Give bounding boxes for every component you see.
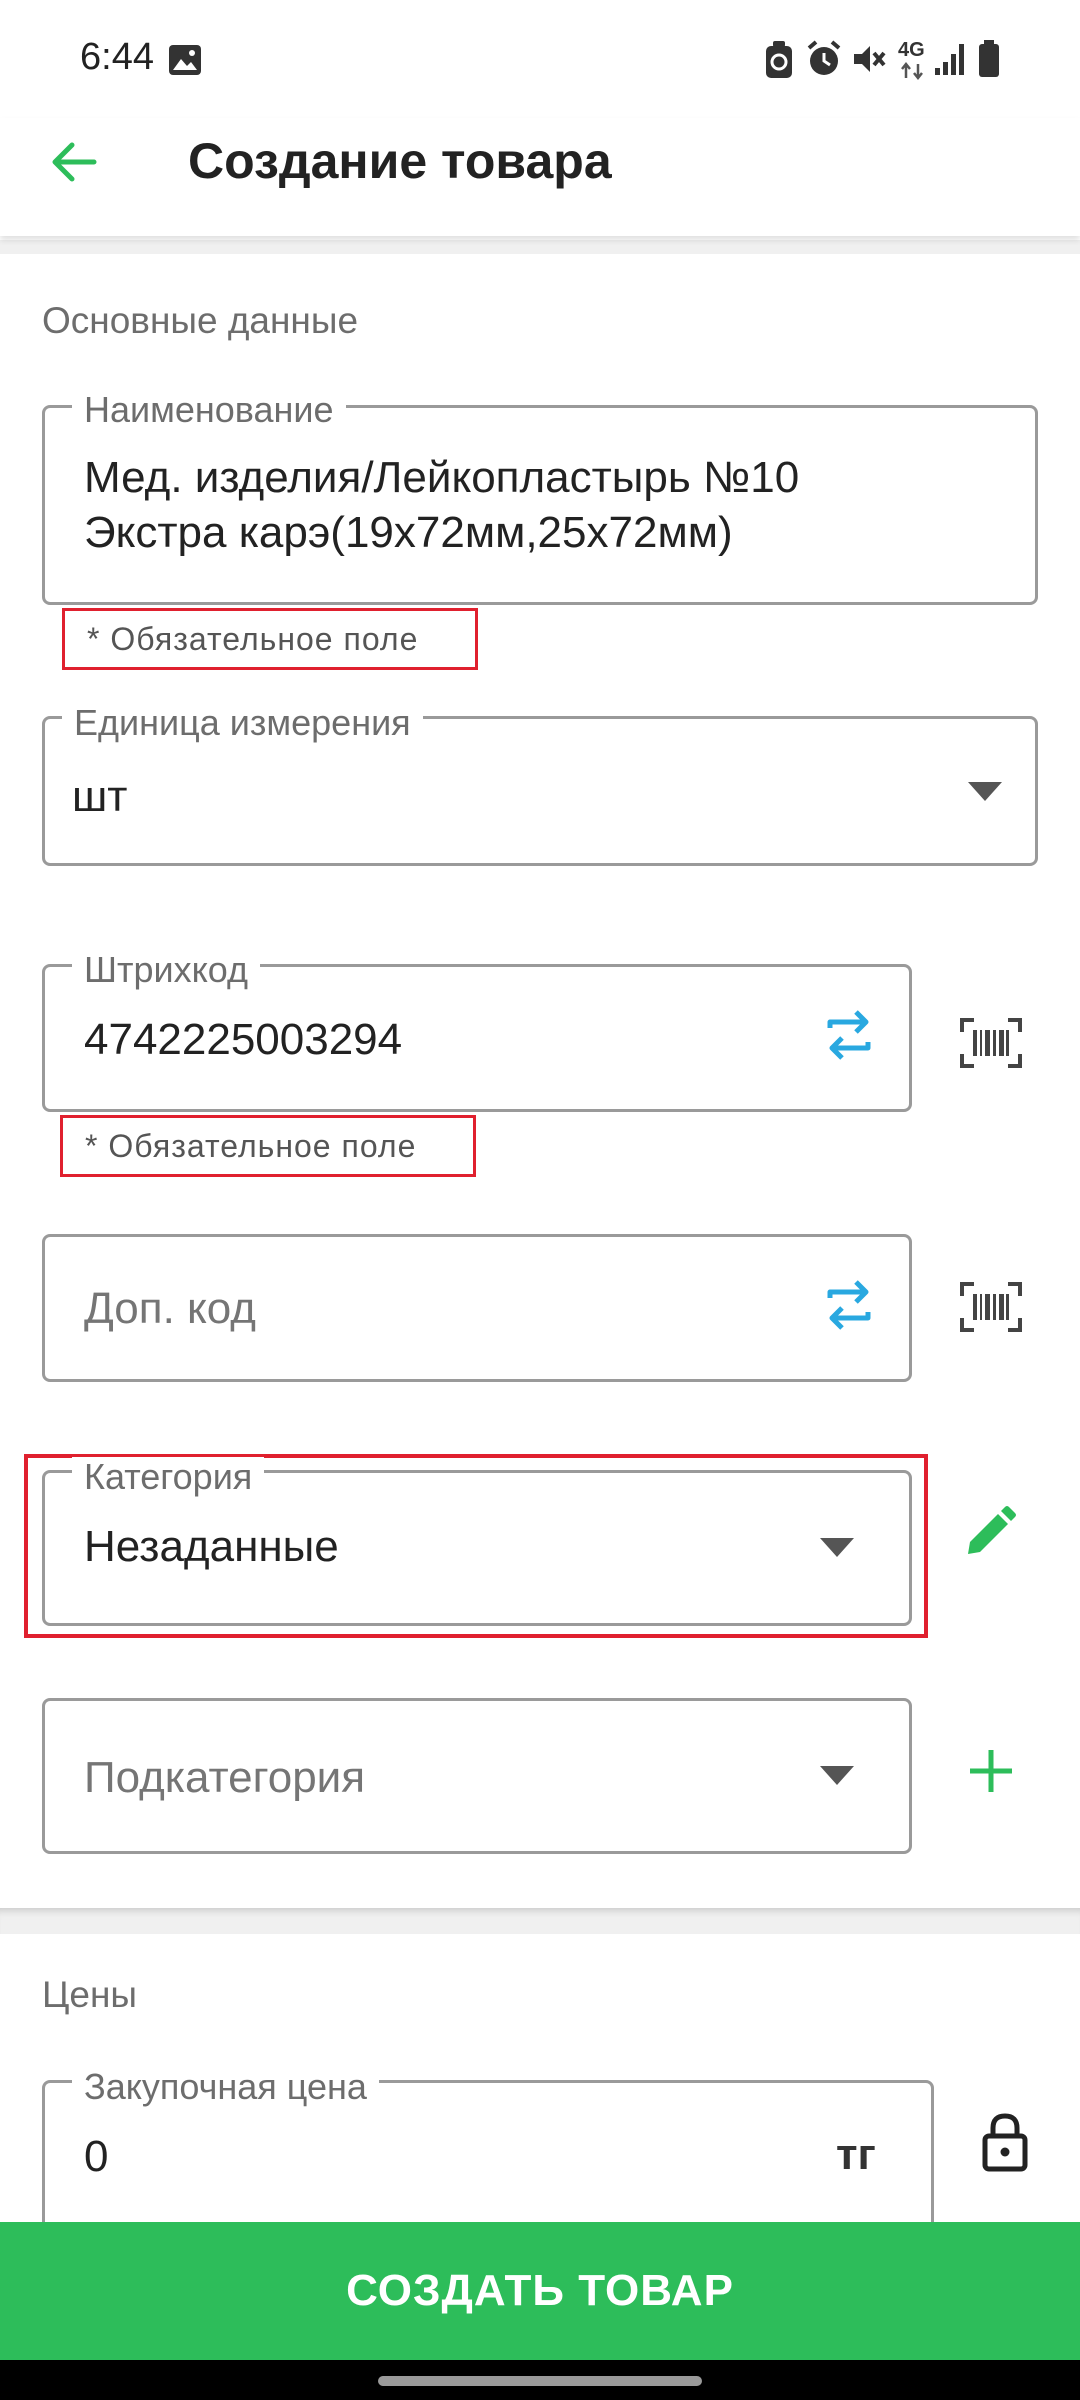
category-select-value: Незаданные (84, 1522, 339, 1571)
data-arrows-icon (901, 62, 923, 80)
lock-icon[interactable] (980, 2112, 1030, 2172)
dropdown-arrow-icon (820, 1538, 854, 1557)
subcategory-placeholder: Подкатегория (84, 1753, 366, 1802)
swap-icon[interactable] (826, 1278, 872, 1332)
signal-icon (935, 44, 964, 75)
barcode-scan-icon[interactable] (960, 1018, 1022, 1068)
barcode-scan-icon[interactable] (960, 1282, 1022, 1332)
data-saver-icon (766, 41, 792, 78)
image-icon (169, 45, 201, 75)
page-title: Создание товара (188, 133, 612, 189)
purchase-price-value: 0 (84, 2132, 109, 2181)
dropdown-arrow-icon (968, 782, 1002, 801)
status-time: 6:44 (80, 36, 154, 78)
name-field[interactable] (42, 405, 1038, 605)
create-product-button[interactable]: СОЗДАТЬ ТОВАР (0, 2222, 1080, 2360)
dropdown-arrow-icon (820, 1766, 854, 1785)
appbar-divider (0, 240, 1080, 254)
section-label-basic: Основные данные (42, 300, 359, 341)
barcode-field-value: 4742225003294 (84, 1015, 403, 1064)
gesture-handle[interactable] (378, 2376, 702, 2386)
name-required-helper: * Обязательное поле (62, 608, 478, 670)
mute-icon (854, 46, 886, 72)
currency-label: тг (836, 2130, 876, 2179)
arrow-left-icon[interactable] (48, 136, 100, 188)
section-label-prices: Цены (42, 1974, 137, 2015)
name-field-line1: Мед. изделия/Лейкопластырь №10 (84, 453, 800, 502)
name-field-line2: Экстра карэ(19x72мм,25x72мм) (84, 508, 733, 557)
network-type-label: 4G (898, 39, 925, 61)
add-plus-icon[interactable] (968, 1748, 1014, 1794)
barcode-field-label: Штрихкод (72, 950, 261, 990)
section-divider (0, 1908, 1080, 1934)
edit-pencil-icon[interactable] (964, 1506, 1016, 1558)
battery-icon (979, 40, 999, 77)
unit-select-value: шт (72, 772, 128, 821)
purchase-price-label: Закупочная цена (72, 2067, 379, 2107)
extra-code-placeholder: Доп. код (84, 1284, 256, 1333)
category-select-label: Категория (72, 1457, 265, 1497)
name-field-label: Наименование (72, 390, 346, 430)
unit-select-label: Единица измерения (62, 703, 423, 743)
swap-icon[interactable] (826, 1008, 872, 1062)
alarm-icon (807, 40, 841, 75)
barcode-required-helper: * Обязательное поле (60, 1115, 476, 1177)
